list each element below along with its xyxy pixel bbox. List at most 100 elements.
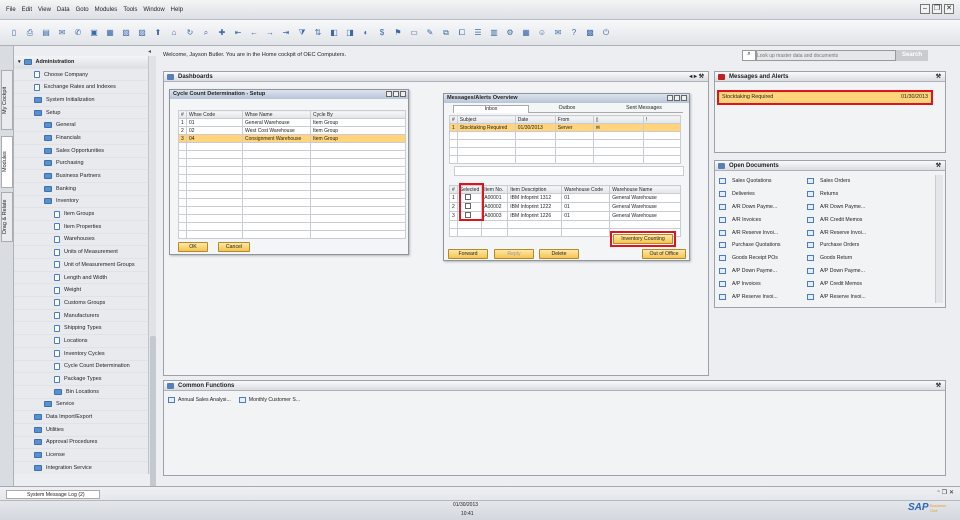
sidebar-item[interactable]: Sales Opportunities	[14, 145, 155, 158]
launch-icon[interactable]: ⬆	[152, 27, 164, 39]
tab-inbox[interactable]: Inbox	[453, 105, 529, 113]
first-record-icon[interactable]: ⇤	[232, 27, 244, 39]
sidebar-item[interactable]: Integration Service	[14, 462, 155, 474]
print-icon[interactable]: ⎙	[24, 27, 36, 39]
sidebar-item[interactable]: Weight	[14, 284, 155, 298]
sidebar-item[interactable]: Banking	[14, 183, 155, 196]
table-row[interactable]: 2 A00002 IBM Infoprint 1222 01 General Wareh…	[449, 202, 681, 212]
close-icon[interactable]: ✕	[944, 4, 954, 14]
search-button[interactable]: Search	[896, 50, 928, 61]
preview-icon[interactable]: ▤	[40, 27, 52, 39]
minimize-icon[interactable]: ▫	[937, 489, 939, 496]
maximize-icon[interactable]	[674, 95, 680, 101]
calendar-icon[interactable]: ▦	[520, 27, 532, 39]
open-document-link[interactable]: A/R Down Payme...	[719, 201, 807, 214]
stocktaking-alert-item[interactable]: Stocktaking Required 01/30/2013	[717, 90, 933, 105]
system-message-log-tab[interactable]: System Message Log (2)	[6, 490, 100, 499]
open-document-link[interactable]: A/R Reserve Invoi...	[807, 226, 895, 239]
message-body[interactable]	[454, 166, 684, 176]
last-record-icon[interactable]: ⇥	[280, 27, 292, 39]
tab-modules[interactable]: Modules	[1, 136, 13, 188]
sidebar-item[interactable]: Business Partners	[14, 170, 155, 183]
layout-icon[interactable]: ▥	[488, 27, 500, 39]
paste-icon[interactable]: ⧠	[456, 27, 468, 39]
sidebar-item[interactable]: Item Groups	[14, 208, 155, 221]
open-document-link[interactable]: A/R Reserve Invoi...	[719, 226, 807, 239]
tab-drag-relate[interactable]: Drag & Relate	[1, 192, 13, 242]
sidebar-item[interactable]: Choose Company	[14, 69, 155, 82]
menu-data[interactable]: Data	[57, 7, 70, 13]
open-document-link[interactable]: A/P Down Payme...	[807, 265, 895, 278]
excel-icon[interactable]: ▦	[104, 27, 116, 39]
open-document-link[interactable]: Purchase Quotations	[719, 239, 807, 252]
refresh-icon[interactable]: ↻	[184, 27, 196, 39]
ok-button[interactable]: OK	[178, 242, 208, 252]
sidebar-item[interactable]: Warehouses	[14, 234, 155, 247]
inventory-counting-button[interactable]: Inventory Counting	[613, 234, 673, 244]
add-icon[interactable]: ✚	[216, 27, 228, 39]
sidebar-item[interactable]: Setup	[14, 107, 155, 120]
menu-help[interactable]: Help	[171, 7, 183, 13]
table-row[interactable]: 1 Stocktaking Required 01/30/2013 Server…	[449, 123, 682, 132]
sidebar-item[interactable]: Unit of Measurement Groups	[14, 259, 155, 272]
menu-file[interactable]: File	[6, 7, 16, 13]
out-of-office-button[interactable]: Out of Office	[642, 249, 686, 259]
calculator-icon[interactable]: ▩	[584, 27, 596, 39]
sidebar-item[interactable]: Manufacturers	[14, 310, 155, 323]
table-row[interactable]: 2 02 West Cost Warehouse Item Group	[178, 126, 406, 135]
sidebar-item[interactable]: Approval Procedures	[14, 437, 155, 450]
exit-icon[interactable]: ⏻	[600, 27, 612, 39]
table-row[interactable]: 1 01 General Warehouse Item Group	[178, 118, 406, 127]
open-document-link[interactable]: Goods Return	[807, 252, 895, 265]
panel-settings-icon[interactable]: ⚒	[936, 161, 941, 171]
sidebar-item[interactable]: Item Properties	[14, 221, 155, 234]
filter-icon[interactable]: ⧩	[296, 27, 308, 39]
menu-window[interactable]: Window	[143, 7, 164, 13]
item-no-cell[interactable]: A00001	[481, 193, 509, 203]
form-settings-icon[interactable]: ☰	[472, 27, 484, 39]
settings-icon[interactable]: ⚙	[504, 27, 516, 39]
table-row[interactable]: 1 A00001 IBM Infoprint 1312 01 General Wareh…	[449, 193, 681, 203]
sidebar-item[interactable]: Financials	[14, 132, 155, 145]
tab-sent-messages[interactable]: Sent Messages	[605, 105, 683, 113]
sidebar-item[interactable]: Purchasing	[14, 158, 155, 171]
sidebar-item[interactable]: Locations	[14, 335, 155, 348]
table-row[interactable]: 3 04 Consignment Warehouse Item Group	[178, 134, 406, 143]
sidebar-item[interactable]: Inventory Cycles	[14, 348, 155, 361]
annual-sales-analysis-link[interactable]: Annual Sales Analysi...	[168, 397, 231, 403]
open-document-link[interactable]: Returns	[807, 188, 895, 201]
minimize-icon[interactable]: –	[920, 4, 930, 14]
cancel-button[interactable]: Cancel	[218, 242, 250, 252]
sms-icon[interactable]: ✆	[72, 27, 84, 39]
messages-icon[interactable]: ✉	[552, 27, 564, 39]
item-no-cell[interactable]: A00002	[481, 202, 509, 212]
search-input[interactable]	[756, 50, 896, 61]
tree-root-administration[interactable]: ▾ Administration	[14, 56, 155, 69]
find-icon[interactable]: ⌕	[200, 27, 212, 39]
sidebar-item[interactable]: Inventory	[14, 196, 155, 209]
close-icon[interactable]	[681, 95, 687, 101]
open-document-link[interactable]: Purchase Orders	[807, 239, 895, 252]
sidebar-item[interactable]: Cycle Count Determination	[14, 361, 155, 374]
fax-icon[interactable]: ▣	[88, 27, 100, 39]
open-document-link[interactable]: Sales Orders	[807, 175, 895, 188]
reply-button[interactable]: Reply	[494, 249, 534, 259]
sidebar-item[interactable]: Service	[14, 399, 155, 412]
edit-icon[interactable]: ✎	[424, 27, 436, 39]
sidebar-collapse-icon[interactable]: ◂	[148, 48, 151, 55]
open-document-link[interactable]: A/P Invoices	[719, 277, 807, 290]
restore-icon[interactable]: ❐	[932, 4, 942, 14]
copy-icon[interactable]: ⧉	[440, 27, 452, 39]
open-document-link[interactable]: Goods Receipt POs	[719, 252, 807, 265]
gross-profit-icon[interactable]: ◐	[360, 27, 372, 39]
tab-outbox[interactable]: Outbox	[529, 105, 605, 113]
search-icon[interactable]: ⌕	[742, 50, 756, 61]
help-icon[interactable]: ?	[568, 27, 580, 39]
open-docs-scrollbar[interactable]	[935, 175, 943, 303]
base-doc-icon[interactable]: ◧	[328, 27, 340, 39]
open-document-link[interactable]: A/R Invoices	[719, 213, 807, 226]
table-row[interactable]: 3 A00003 IBM Infoprint 1226 01 General Wareh…	[449, 211, 681, 221]
menu-modules[interactable]: Modules	[95, 7, 118, 13]
users-icon[interactable]: ☺	[536, 27, 548, 39]
freight-icon[interactable]: ⚑	[392, 27, 404, 39]
